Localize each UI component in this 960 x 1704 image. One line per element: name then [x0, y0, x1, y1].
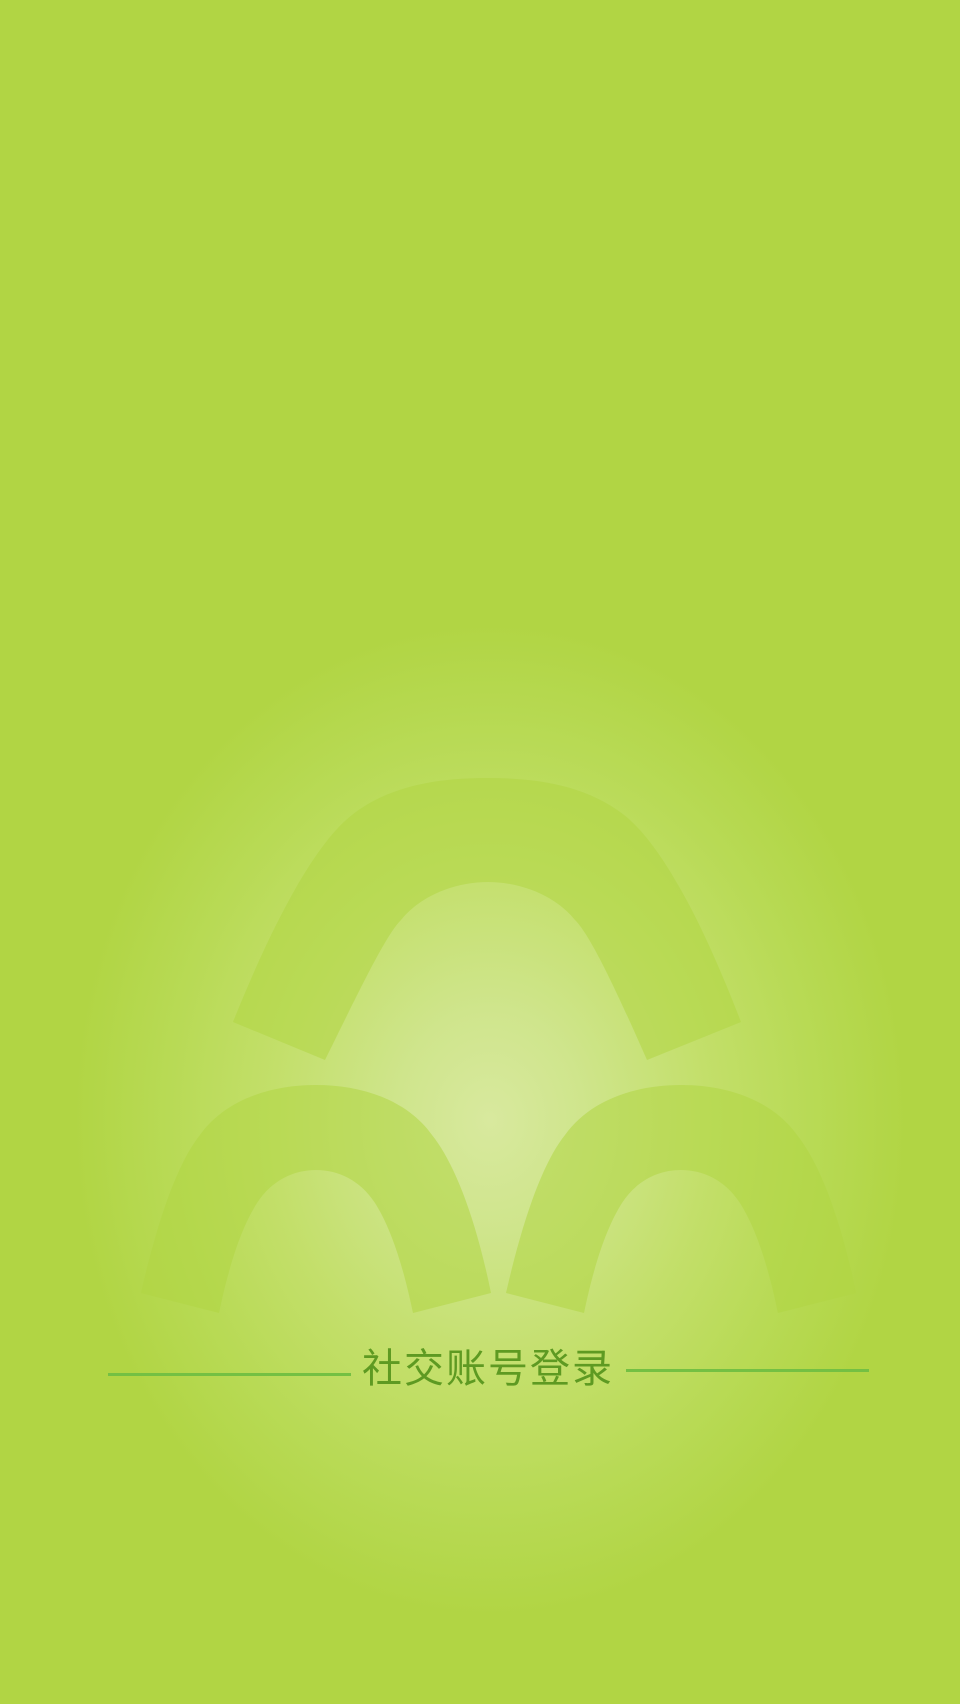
login-screen: 社交账号登录 — [0, 0, 960, 1704]
social-login-title: 社交账号登录 — [362, 1346, 614, 1392]
three-arches-logo-icon — [141, 778, 856, 1313]
divider-line-left — [108, 1373, 351, 1376]
divider-line-right — [626, 1369, 869, 1372]
top-arch-shape — [233, 778, 741, 1060]
left-arch-shape — [141, 1085, 491, 1313]
right-arch-shape — [506, 1085, 856, 1313]
